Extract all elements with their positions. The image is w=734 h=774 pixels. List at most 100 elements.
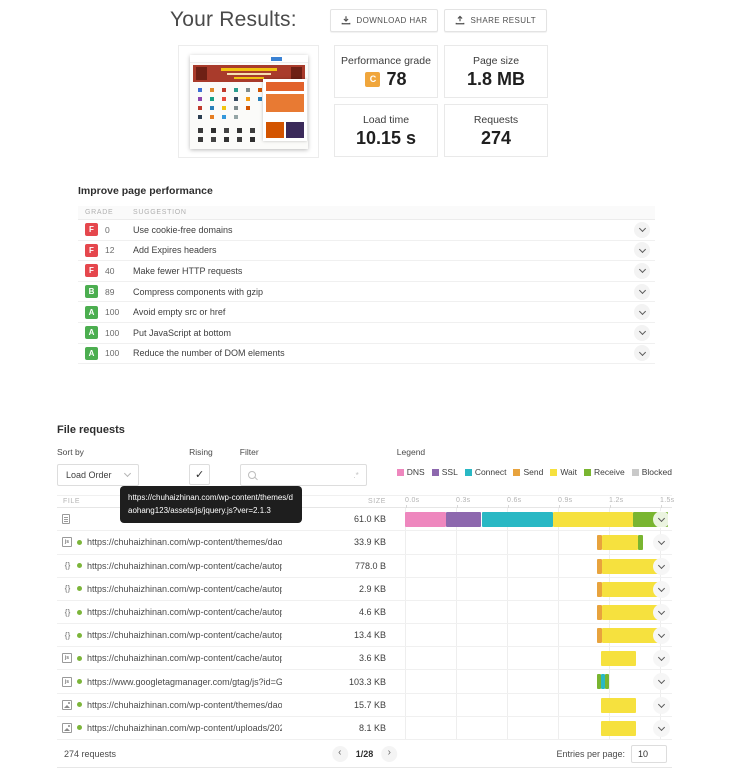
expand-row-button[interactable] <box>634 345 650 362</box>
bar-segment-receive <box>637 535 643 551</box>
expand-row-button[interactable] <box>634 262 650 279</box>
metric-label: Load time <box>362 114 410 126</box>
request-url[interactable]: https://chuhaizhinan.com/wp-content/uplo… <box>87 723 282 733</box>
bar-segment-wait <box>600 651 637 667</box>
expand-request-button[interactable] <box>653 580 670 598</box>
filter-input[interactable] <box>261 470 348 481</box>
expand-request-button[interactable] <box>653 673 670 691</box>
status-dot <box>77 725 82 731</box>
legend-item: SSL <box>431 467 458 478</box>
request-size: 3.6 KB <box>358 653 386 664</box>
expand-request-button[interactable] <box>653 603 670 621</box>
file-type-icon <box>62 514 70 525</box>
filter-search-box: .* <box>239 464 367 487</box>
next-page-button[interactable]: › <box>381 745 398 762</box>
waterfall-cell <box>403 624 672 647</box>
waterfall-table: FILE SIZE 0.0s 0.3s 0.6s 0.9s 1.2s 1.5s … <box>57 486 674 769</box>
expand-row-button[interactable] <box>634 242 650 259</box>
search-icon <box>247 471 256 480</box>
legend-item: Blocked <box>631 467 672 477</box>
metric-value: 10.15 s <box>355 128 417 148</box>
request-row: https://chuhaizhinan.com/wp-content/cach… <box>57 647 672 671</box>
legend-item: Wait <box>550 467 577 477</box>
legend-item: Connect <box>464 467 506 477</box>
metric-label: Performance grade <box>341 55 431 67</box>
bar-segment-dns <box>405 512 446 528</box>
chevron-down-icon <box>124 470 132 478</box>
request-size: 4.6 KB <box>358 607 386 617</box>
metric-page-size: Page size 1.8 MB <box>444 45 548 98</box>
expand-request-button[interactable] <box>653 696 670 714</box>
legend-swatch <box>631 468 639 476</box>
url-tooltip: https://chuhaizhinan.com/wp-content/them… <box>120 486 302 523</box>
share-result-button[interactable]: SHARE RESULT <box>444 8 547 32</box>
request-url[interactable]: https://chuhaizhinan.com/wp-content/cach… <box>87 653 282 663</box>
performance-table: GRADE SUGGESTION F 0 Use cookie-free dom… <box>78 206 655 365</box>
chevron-down-icon <box>657 700 666 708</box>
rising-label: Rising <box>189 447 213 458</box>
chevron-down-icon <box>657 607 666 615</box>
grade-badge: A <box>85 326 98 340</box>
request-row: https://www.googletagmanager.com/gtag/js… <box>57 670 672 694</box>
request-url[interactable]: https://chuhaizhinan.com/wp-content/them… <box>87 537 282 547</box>
file-type-icon <box>62 699 72 710</box>
prev-page-button[interactable]: ‹ <box>331 745 348 762</box>
request-url[interactable]: https://chuhaizhinan.com/wp-content/cach… <box>87 630 282 640</box>
request-url[interactable]: https://www.googletagmanager.com/gtag/js… <box>87 677 282 687</box>
request-row: https://chuhaizhinan.com/wp-content/cach… <box>57 600 672 625</box>
sort-by-select[interactable]: Load Order <box>57 464 140 487</box>
performance-row: A 100 Put JavaScript at bottom <box>78 323 655 344</box>
request-url[interactable]: https://chuhaizhinan.com/wp-content/cach… <box>87 561 282 571</box>
entries-per-page-input[interactable] <box>631 744 667 763</box>
expand-row-button[interactable] <box>634 283 650 300</box>
request-row: https://chuhaizhinan.com/wp-content/cach… <box>57 554 672 578</box>
legend-name: SSL <box>441 467 458 478</box>
expand-request-button[interactable] <box>653 719 670 737</box>
expand-request-button[interactable] <box>653 534 670 552</box>
request-row: https://chuhaizhinan.com/wp-content/cach… <box>57 624 672 648</box>
file-type-icon <box>62 561 72 571</box>
expand-row-button[interactable] <box>634 221 650 238</box>
filter-label: Filter <box>239 447 259 458</box>
expand-request-button[interactable] <box>653 627 670 645</box>
request-size: 8.1 KB <box>358 722 386 733</box>
status-dot <box>77 563 82 569</box>
grade-badge: F <box>85 223 98 237</box>
checkmark-icon: ✓ <box>195 469 205 482</box>
waterfall-cell <box>403 670 672 693</box>
legend-swatch <box>584 468 592 476</box>
bar-segment-wait <box>602 558 660 574</box>
waterfall-cell <box>403 508 672 531</box>
waterfall-cell <box>403 693 672 716</box>
expand-request-button[interactable] <box>653 650 670 668</box>
grade-score: 100 <box>105 327 120 338</box>
file-type-icon <box>62 653 72 664</box>
rising-checkbox[interactable]: ✓ <box>189 464 211 486</box>
grade-score: 100 <box>105 348 120 359</box>
bar-segment-wait <box>600 720 637 736</box>
legend-label: Legend <box>396 447 426 458</box>
request-url[interactable]: https://chuhaizhinan.com/wp-content/cach… <box>87 607 282 617</box>
suggestion-text: Add Expires headers <box>133 245 217 256</box>
expand-row-button[interactable] <box>634 324 650 341</box>
legend-swatch <box>464 468 472 476</box>
legend-items: DNS SSL Connect Send Wait Receive Blocke… <box>396 467 672 478</box>
suggestion-text: Avoid empty src or href <box>133 307 226 318</box>
grade-badge: F <box>85 243 98 257</box>
page-title: Your Results: <box>170 8 297 31</box>
axis-tick: 0.9s <box>558 497 573 509</box>
expand-row-button[interactable] <box>634 304 650 321</box>
request-url[interactable]: https://chuhaizhinan.com/wp-content/cach… <box>87 584 282 594</box>
download-har-button[interactable]: DOWNLOAD HAR <box>330 8 439 32</box>
sort-by-value: Load Order <box>66 470 112 481</box>
metric-value: 1.8 MB <box>466 69 526 89</box>
metric-performance-grade: Performance grade C 78 <box>334 45 438 98</box>
suggestion-text: Put JavaScript at bottom <box>133 327 232 338</box>
legend-name: Receive <box>594 467 625 478</box>
suggestion-text: Make fewer HTTP requests <box>133 265 243 276</box>
site-screenshot <box>189 54 308 149</box>
metric-value: 78 <box>386 69 407 89</box>
request-row: https://chuhaizhinan.com/wp-content/cach… <box>57 577 672 601</box>
request-url[interactable]: https://chuhaizhinan.com/wp-content/them… <box>87 700 282 710</box>
expand-request-button[interactable] <box>653 557 670 575</box>
